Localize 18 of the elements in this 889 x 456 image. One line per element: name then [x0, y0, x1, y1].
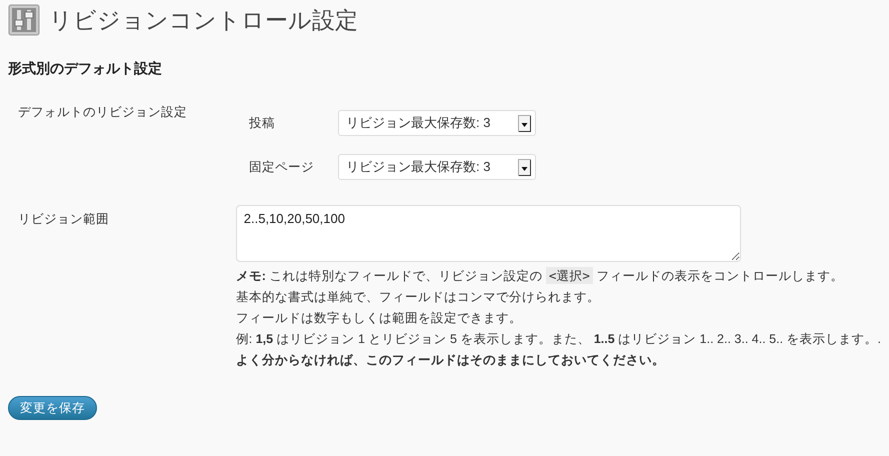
field-label: 固定ページ	[248, 158, 315, 176]
help-text: メモ: これは特別なフィールドで、リビジョン設定の <選択> フィールドの表示をコントロールします。	[236, 266, 844, 286]
text-area[interactable]: 2..5,10,20,50,100	[236, 205, 741, 262]
dropdown-arrow-icon	[518, 114, 531, 132]
section-title: 形式別のデフォルト設定	[8, 60, 163, 78]
save-button[interactable]: 変更を保存	[8, 396, 97, 420]
field-label: デフォルトのリビジョン設定	[17, 104, 188, 121]
field-label: 投稿	[248, 114, 276, 132]
dropdown[interactable]: リビジョン最大保存数: 3	[338, 110, 536, 136]
help-text: よく分からなければ、このフィールドはそのままにしておいてください。	[236, 352, 666, 369]
sliders-icon	[8, 4, 40, 36]
help-text: フィールドは数字もしくは範囲を設定できます。	[236, 310, 523, 327]
page-title: リビジョンコントロール設定	[49, 6, 358, 34]
dropdown[interactable]: リビジョン最大保存数: 3	[338, 154, 536, 180]
help-text: 基本的な書式は単純で、フィールドはコンマで分けられます。	[236, 289, 601, 306]
help-text: 例: 1,5 はリビジョン 1 とリビジョン 5 を表示します。また、 1..5 はリビジョン 1.. 2.. 3.. 4.. 5.. を表示します。.	[236, 331, 881, 348]
field-label: リビジョン範囲	[17, 211, 110, 228]
dropdown-arrow-icon	[518, 158, 531, 176]
